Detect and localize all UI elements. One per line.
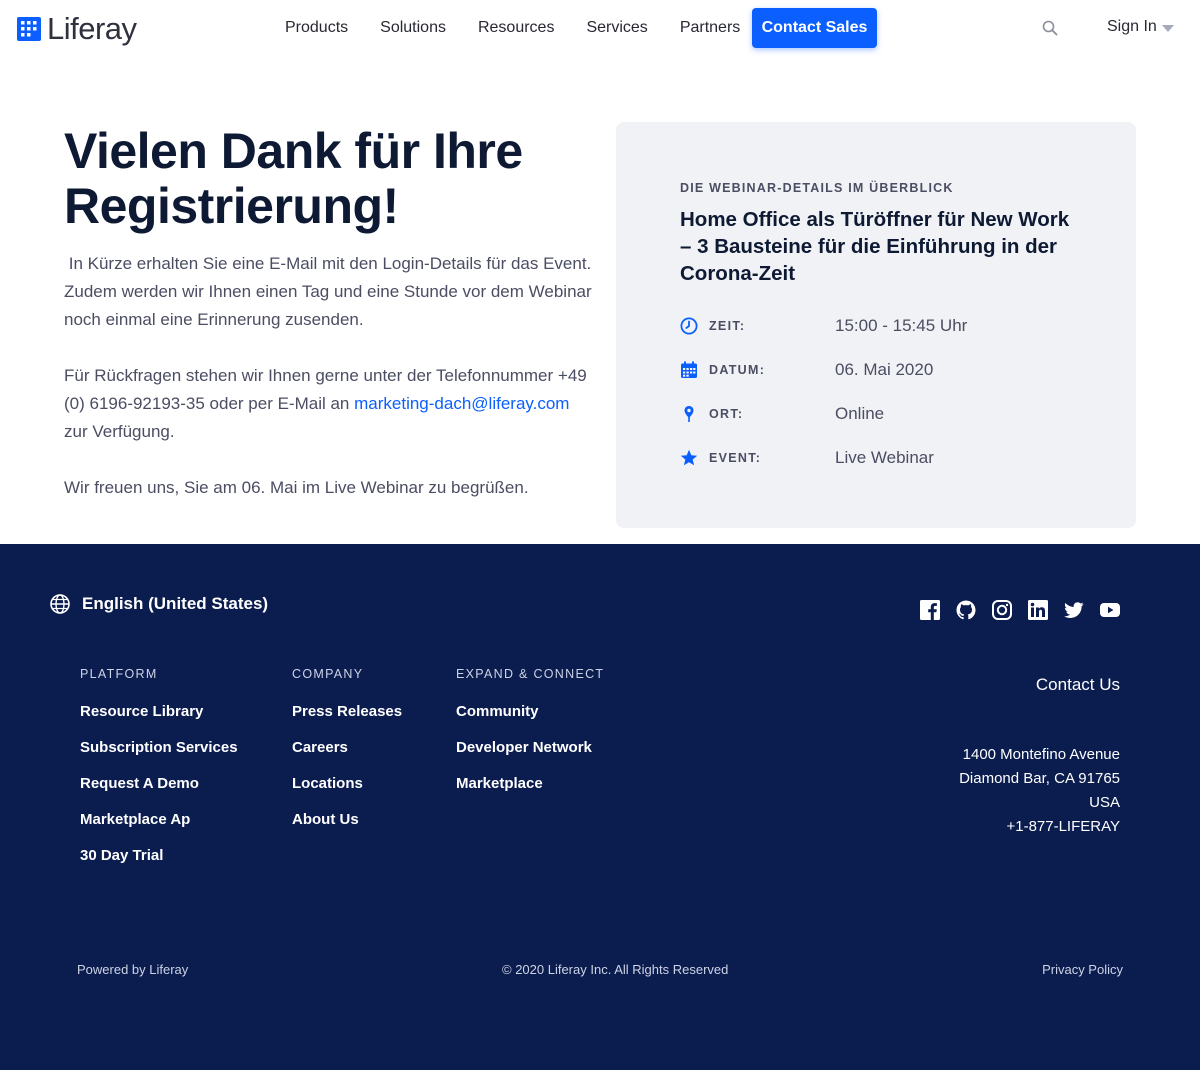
github-icon[interactable]: [956, 600, 976, 620]
detail-value: 06. Mai 2020: [835, 360, 934, 379]
company-address: 1400 Montefino Avenue Diamond Bar, CA 91…: [959, 743, 1120, 839]
footer-link-community[interactable]: Community: [456, 702, 604, 722]
detail-label: ORT:: [709, 407, 744, 421]
footer-link-careers[interactable]: Careers: [292, 738, 402, 758]
detail-label: ZEIT:: [709, 319, 746, 333]
address-line: USA: [1089, 794, 1120, 811]
webinar-title: Home Office als Türöffner für New Work –…: [680, 208, 1070, 285]
liferay-logo-icon: [17, 17, 41, 41]
twitter-icon[interactable]: [1064, 600, 1084, 620]
search-icon[interactable]: [1042, 20, 1058, 36]
footer-link-30-day-trial[interactable]: 30 Day Trial: [80, 846, 238, 866]
card-eyebrow: DIE WEBINAR-DETAILS IM ÜBERBLICK: [680, 181, 954, 195]
footer-column-expand-connect: EXPAND & CONNECT Community Developer Net…: [456, 666, 604, 810]
detail-row-time: ZEIT: 15:00 - 15:45 Uhr: [680, 314, 1120, 338]
email-link[interactable]: marketing-dach@liferay.com: [354, 394, 569, 413]
chevron-down-icon: [1161, 24, 1174, 32]
detail-value: Live Webinar: [835, 448, 934, 467]
site-footer: English (United States) PLATFORM Resourc…: [0, 544, 1200, 1070]
column-heading: EXPAND & CONNECT: [456, 667, 605, 681]
site-header: Liferay Products Solutions Resources Ser…: [0, 0, 1200, 58]
nav-resources[interactable]: Resources: [478, 18, 554, 38]
facebook-icon[interactable]: [920, 600, 940, 620]
youtube-icon[interactable]: [1100, 600, 1120, 620]
sign-in-button[interactable]: Sign In: [1107, 18, 1174, 36]
copyright-text: © 2020 Liferay Inc. All Rights Reserved: [502, 962, 729, 977]
globe-icon: [50, 594, 70, 614]
contact-us-link[interactable]: Contact Us: [1036, 675, 1120, 695]
footer-link-marketplace-ap[interactable]: Marketplace Ap: [80, 810, 238, 830]
address-line: 1400 Montefino Avenue: [962, 746, 1120, 763]
footer-column-platform: PLATFORM Resource Library Subscription S…: [80, 666, 238, 882]
clock-icon: [680, 317, 698, 335]
webinar-details-card: DIE WEBINAR-DETAILS IM ÜBERBLICK Home Of…: [616, 122, 1136, 528]
footer-link-about-us[interactable]: About Us: [292, 810, 402, 830]
footer-column-company: COMPANY Press Releases Careers Locations…: [292, 666, 402, 846]
footer-link-subscription-services[interactable]: Subscription Services: [80, 738, 238, 758]
nav-services[interactable]: Services: [586, 18, 647, 38]
confirmation-text: In Kürze erhalten Sie eine E-Mail mit de…: [64, 254, 597, 329]
nav-products[interactable]: Products: [285, 18, 348, 38]
footer-link-developer-network[interactable]: Developer Network: [456, 738, 604, 758]
instagram-icon[interactable]: [992, 600, 1012, 620]
sign-in-label: Sign In: [1107, 18, 1157, 35]
contact-info-text: Für Rückfragen stehen wir Ihnen gerne un…: [64, 362, 594, 446]
star-icon: [680, 449, 698, 467]
linkedin-icon[interactable]: [1028, 600, 1048, 620]
nav-partners[interactable]: Partners: [680, 18, 740, 38]
column-heading: COMPANY: [292, 667, 364, 681]
page-title: Vielen Dank für Ihre Registrierung!: [64, 123, 523, 234]
footer-link-marketplace[interactable]: Marketplace: [456, 774, 604, 794]
footer-link-locations[interactable]: Locations: [292, 774, 402, 794]
column-heading: PLATFORM: [80, 667, 158, 681]
social-links: [920, 600, 1120, 620]
footer-link-press-releases[interactable]: Press Releases: [292, 702, 402, 722]
detail-label: EVENT:: [709, 451, 762, 465]
footer-link-request-demo[interactable]: Request A Demo: [80, 774, 238, 794]
detail-value: Online: [835, 404, 885, 423]
detail-row-location: ORT: Online: [680, 402, 1120, 426]
privacy-policy-link[interactable]: Privacy Policy: [1042, 962, 1123, 977]
address-line: Diamond Bar, CA 91765: [959, 770, 1120, 787]
liferay-logo[interactable]: Liferay: [17, 11, 137, 46]
language-label: English (United States): [82, 594, 269, 613]
main-nav: Products Solutions Resources Services Pa…: [285, 18, 740, 38]
closing-text: Wir freuen uns, Sie am 06. Mai im Live W…: [64, 478, 529, 497]
logo-text: Liferay: [47, 11, 137, 46]
phone-number[interactable]: +1-877-LIFERAY: [959, 815, 1120, 839]
language-selector[interactable]: English (United States): [50, 594, 268, 614]
contact-info-after: zur Verfügung.: [64, 422, 175, 441]
nav-solutions[interactable]: Solutions: [380, 18, 446, 38]
footer-link-resource-library[interactable]: Resource Library: [80, 702, 238, 722]
detail-row-event: EVENT: Live Webinar: [680, 446, 1120, 470]
detail-row-date: DATUM: 06. Mai 2020: [680, 358, 1120, 382]
detail-label: DATUM:: [709, 363, 766, 377]
calendar-icon: [680, 361, 698, 379]
contact-sales-button[interactable]: Contact Sales: [752, 8, 877, 48]
powered-by-link[interactable]: Powered by Liferay: [77, 962, 188, 977]
detail-value: 15:00 - 15:45 Uhr: [835, 316, 968, 335]
location-pin-icon: [680, 405, 698, 423]
